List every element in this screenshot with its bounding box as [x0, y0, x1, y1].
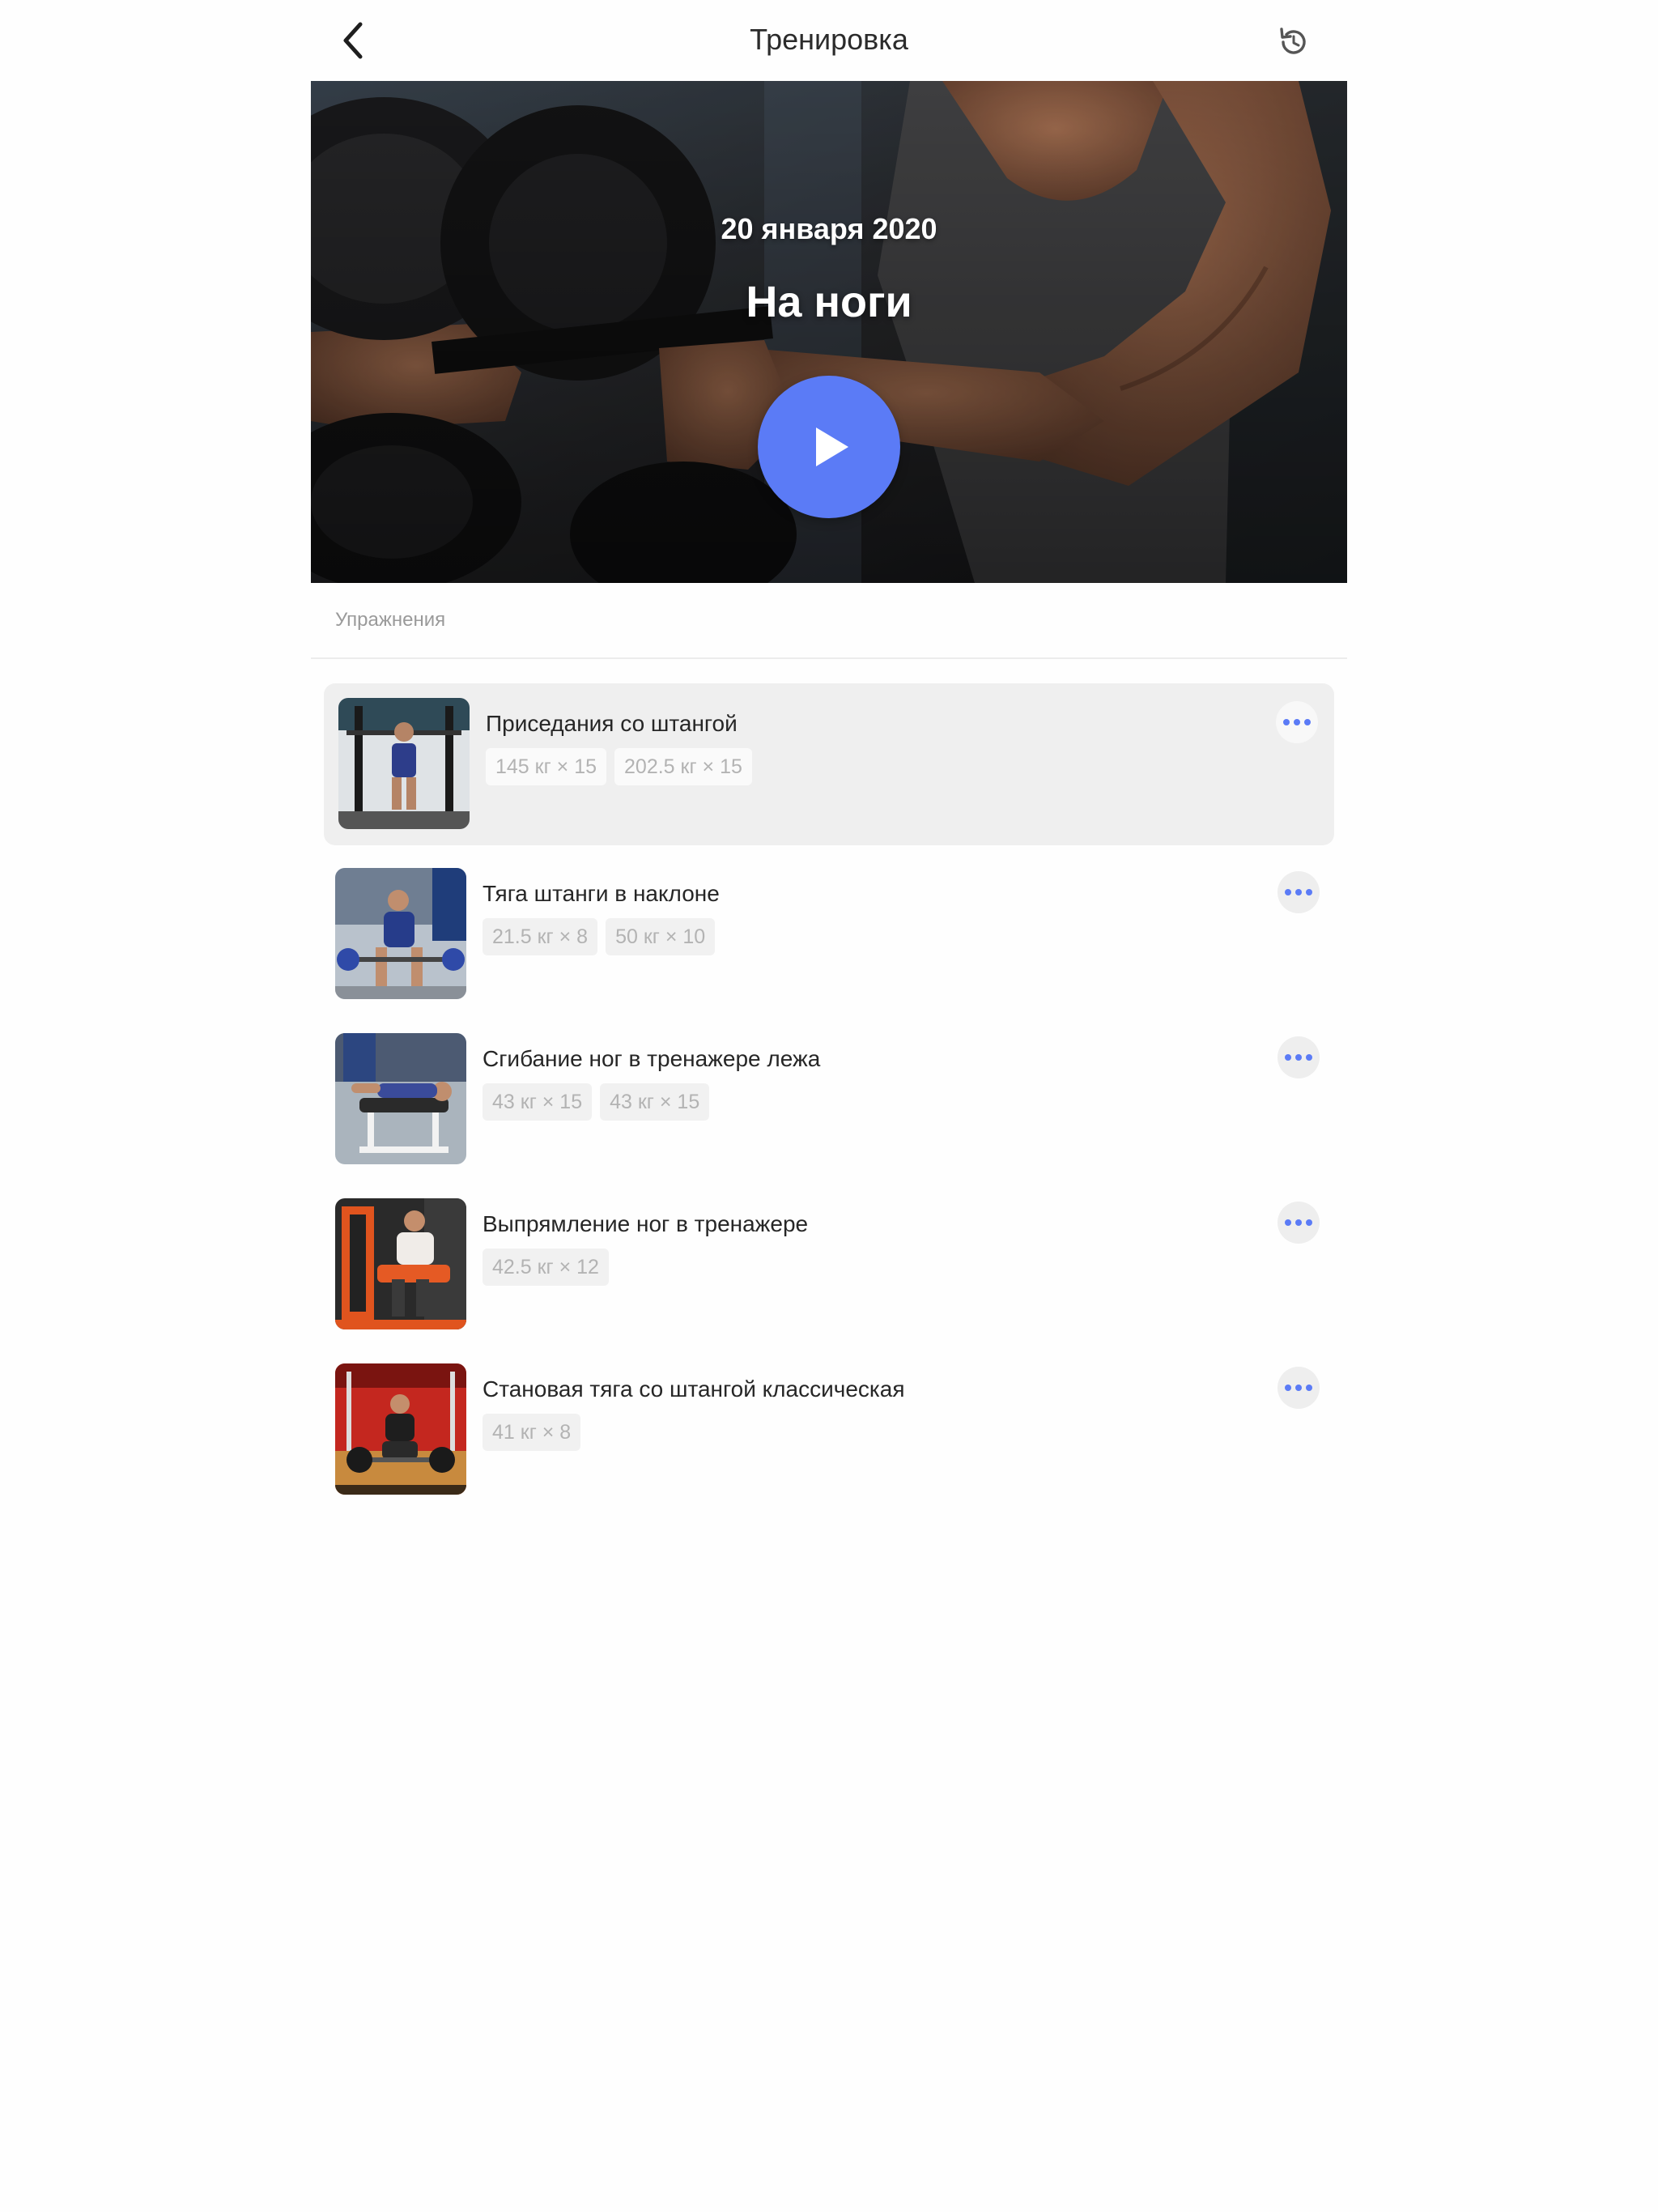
- exercise-row[interactable]: Становая тяга со штангой классическая 41…: [324, 1349, 1334, 1511]
- exercise-name: Сгибание ног в тренажере лежа: [483, 1046, 821, 1071]
- top-bar: Тренировка: [311, 0, 1347, 81]
- workout-name: На ноги: [746, 278, 912, 326]
- exercises-section-label: Упражнения: [335, 609, 446, 631]
- set-chip: 145 кг × 15: [486, 748, 607, 785]
- set-chip: 43 кг × 15: [483, 1083, 593, 1121]
- exercise-thumbnail: [335, 868, 466, 999]
- exercise-name: Тяга штанги в наклоне: [483, 881, 720, 906]
- page-title: Тренировка: [750, 23, 908, 56]
- exercise-thumbnail: [335, 1363, 466, 1495]
- app-frame: Тренировка 20 января 2020 На ноги Упражн…: [311, 0, 1347, 2212]
- more-horizontal-icon: [1285, 1385, 1312, 1391]
- more-horizontal-icon: [1285, 1054, 1312, 1061]
- play-button[interactable]: [758, 376, 900, 518]
- exercise-sets: 43 кг × 15 43 кг × 15: [483, 1083, 710, 1121]
- set-chip: 42.5 кг × 12: [483, 1249, 609, 1286]
- refresh-icon: [1280, 28, 1306, 54]
- more-options-button[interactable]: [1278, 871, 1320, 913]
- exercise-row[interactable]: Выпрямление ног в тренажере 42.5 кг × 12: [324, 1184, 1334, 1346]
- more-horizontal-icon: [1285, 1219, 1312, 1226]
- more-options-button[interactable]: [1278, 1367, 1320, 1409]
- refresh-button[interactable]: [1269, 18, 1318, 66]
- workout-hero-banner: 20 января 2020 На ноги: [311, 81, 1347, 583]
- exercise-row[interactable]: Сгибание ног в тренажере лежа 43 кг × 15…: [324, 1019, 1334, 1180]
- set-chip: 202.5 кг × 15: [614, 748, 752, 785]
- exercise-name: Выпрямление ног в тренажере: [483, 1211, 809, 1236]
- exercise-name: Становая тяга со штангой классическая: [483, 1376, 905, 1402]
- play-icon: [816, 428, 848, 466]
- section-divider: [311, 657, 1347, 659]
- set-chip: 21.5 кг × 8: [483, 918, 598, 955]
- exercise-sets: 41 кг × 8: [483, 1414, 581, 1451]
- exercise-sets: 145 кг × 15 202.5 кг × 15: [486, 748, 752, 785]
- exercise-thumbnail: [335, 1198, 466, 1329]
- exercise-thumbnail: [335, 1033, 466, 1164]
- workout-date: 20 января 2020: [721, 212, 937, 245]
- set-chip: 41 кг × 8: [483, 1414, 581, 1451]
- more-options-button[interactable]: [1278, 1036, 1320, 1078]
- exercise-name: Приседания со штангой: [486, 711, 738, 736]
- exercise-row[interactable]: Приседания со штангой 145 кг × 15 202.5 …: [324, 683, 1334, 845]
- more-options-button[interactable]: [1278, 1202, 1320, 1244]
- more-options-button[interactable]: [1276, 701, 1318, 743]
- exercise-sets: 42.5 кг × 12: [483, 1249, 609, 1286]
- more-horizontal-icon: [1283, 719, 1311, 725]
- exercise-sets: 21.5 кг × 8 50 кг × 10: [483, 918, 716, 955]
- set-chip: 43 кг × 15: [600, 1083, 710, 1121]
- exercise-thumbnail: [338, 698, 470, 829]
- more-horizontal-icon: [1285, 889, 1312, 895]
- exercise-row[interactable]: Тяга штанги в наклоне 21.5 кг × 8 50 кг …: [324, 853, 1334, 1015]
- set-chip: 50 кг × 10: [606, 918, 716, 955]
